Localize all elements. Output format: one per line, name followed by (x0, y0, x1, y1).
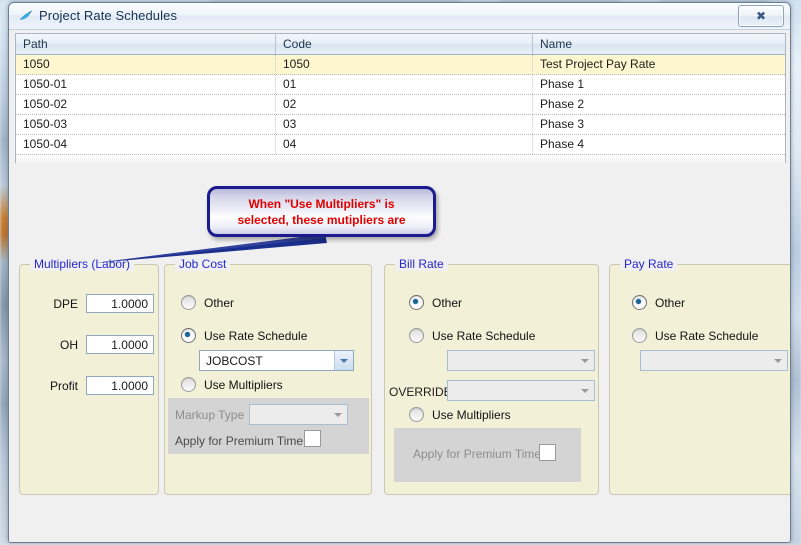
grid-column-header-path[interactable]: Path (16, 34, 276, 54)
dpe-field-row: DPE (32, 294, 154, 313)
rate-schedules-grid[interactable]: Path Code Name 1050 1050 Test Project Pay … (15, 33, 786, 190)
bill-rate-radio-rate-schedule-label: Use Rate Schedule (432, 328, 536, 343)
grid-cell-code: 02 (276, 95, 533, 114)
oh-field-row: OH (32, 335, 154, 354)
grid-cell-code: 03 (276, 115, 533, 134)
bill-rate-radio-rate-schedule[interactable]: Use Rate Schedule (409, 328, 535, 343)
grid-cell-name: Test Project Pay Rate (540, 57, 656, 71)
job-cost-radio-multipliers-label: Use Multipliers (204, 377, 283, 392)
profit-field-row: Profit (32, 376, 154, 395)
grid-cell-name: Phase 1 (540, 77, 585, 91)
chevron-down-icon[interactable] (576, 351, 594, 370)
chevron-down-icon[interactable] (329, 405, 347, 424)
job-cost-radio-other[interactable]: Other (181, 295, 234, 310)
table-row[interactable]: 1050 1050 Test Project Pay Rate (16, 55, 785, 75)
close-button[interactable]: ✖ (738, 5, 784, 27)
pay-rate-legend: Pay Rate (620, 257, 678, 271)
grid-header-row: Path Code Name (16, 34, 785, 55)
job-cost-legend: Job Cost (175, 257, 231, 271)
pay-rate-group: Pay Rate Other Use Rate Schedule (609, 257, 790, 495)
callout-text: When "Use Multipliers" is selected, thes… (210, 196, 433, 228)
dpe-label: DPE (53, 296, 78, 311)
pay-rate-rate-schedule-combo[interactable] (640, 350, 788, 371)
job-cost-rate-schedule-value: JOBCOST (206, 353, 263, 368)
table-row[interactable]: 1050-03 03 Phase 3 (16, 115, 785, 135)
job-cost-radio-multipliers[interactable]: Use Multipliers (181, 377, 283, 392)
profit-input[interactable] (86, 376, 154, 395)
grid-column-header-code[interactable]: Code (276, 34, 533, 54)
table-row[interactable]: 1050-02 02 Phase 2 (16, 95, 785, 115)
dpe-input[interactable] (86, 294, 154, 313)
job-cost-premium-time-checkbox[interactable] (304, 430, 321, 447)
radio-dot-icon (181, 295, 196, 310)
markup-type-label: Markup Type (175, 408, 245, 422)
bill-rate-group: Bill Rate Other Use Rate Schedule OVERRI… (384, 257, 599, 495)
project-rate-schedules-dialog: Project Rate Schedules ✖ Path Code Name … (8, 2, 791, 543)
pay-rate-radio-other[interactable]: Other (632, 295, 685, 310)
grid-cell-code: 01 (276, 75, 533, 94)
pay-rate-radio-rate-schedule[interactable]: Use Rate Schedule (632, 328, 758, 343)
callout-annotation: When "Use Multipliers" is selected, thes… (207, 186, 436, 237)
override-label: OVERRIDE (389, 385, 452, 399)
grid-body: 1050 1050 Test Project Pay Rate 1050-01 01 Ph… (16, 55, 785, 155)
chevron-down-icon[interactable] (576, 381, 594, 400)
grid-column-header-name[interactable]: Name (533, 34, 785, 54)
multipliers-labor-legend: Multipliers (Labor) (30, 257, 135, 271)
bill-rate-rate-schedule-combo[interactable] (447, 350, 595, 371)
bird-icon (18, 8, 34, 24)
grid-cell-path: 1050 (16, 55, 276, 74)
radio-dot-icon (181, 328, 196, 343)
job-cost-radio-rate-schedule[interactable]: Use Rate Schedule (181, 328, 307, 343)
markup-type-combo[interactable] (249, 404, 348, 425)
job-cost-group: Job Cost Other Use Rate Schedule JOBCOST… (164, 257, 372, 495)
grid-cell-name: Phase 2 (540, 97, 585, 111)
job-cost-rate-schedule-combo[interactable]: JOBCOST (199, 350, 354, 371)
grid-cell-code: 04 (276, 135, 533, 154)
grid-cell-name: Phase 4 (540, 137, 585, 151)
backdrop-right-strip (790, 0, 801, 545)
job-cost-premium-time-label: Apply for Premium Time (175, 434, 304, 448)
grid-cell-path: 1050-04 (16, 135, 276, 154)
job-cost-radio-other-label: Other (204, 295, 235, 310)
bill-rate-override-combo[interactable] (447, 380, 595, 401)
bill-rate-premium-subpanel: Apply for Premium Time (394, 428, 581, 482)
close-icon: ✖ (755, 9, 767, 23)
pay-rate-radio-rate-schedule-label: Use Rate Schedule (655, 328, 759, 343)
bill-rate-radio-other[interactable]: Other (409, 295, 462, 310)
chevron-down-icon[interactable] (769, 351, 787, 370)
callout-line-1: When "Use Multipliers" is (248, 197, 395, 211)
oh-input[interactable] (86, 335, 154, 354)
table-row[interactable]: 1050-01 01 Phase 1 (16, 75, 785, 95)
radio-dot-icon (409, 295, 424, 310)
radio-dot-icon (409, 328, 424, 343)
radio-dot-icon (632, 328, 647, 343)
table-row[interactable]: 1050-04 04 Phase 4 (16, 135, 785, 155)
multipliers-labor-group: Multipliers (Labor) DPE OH Profit (19, 257, 159, 495)
profit-label: Profit (49, 378, 78, 393)
grid-cell-code: 1050 (276, 55, 533, 74)
radio-dot-icon (181, 377, 196, 392)
callout-line-2: selected, these mutipliers are (237, 213, 406, 227)
job-cost-markup-subpanel: Markup Type Apply for Premium Time (168, 398, 369, 454)
grid-cell-path: 1050-02 (16, 95, 276, 114)
bill-rate-radio-other-label: Other (432, 295, 463, 310)
radio-dot-icon (409, 407, 424, 422)
bill-rate-radio-multipliers-label: Use Multipliers (432, 407, 511, 422)
dialog-title-bar: Project Rate Schedules ✖ (9, 3, 790, 30)
bill-rate-premium-time-checkbox[interactable] (539, 444, 556, 461)
pay-rate-radio-other-label: Other (655, 295, 686, 310)
grid-cell-path: 1050-03 (16, 115, 276, 134)
bill-rate-legend: Bill Rate (395, 257, 448, 271)
oh-label: OH (60, 337, 78, 352)
radio-dot-icon (632, 295, 647, 310)
bill-rate-radio-multipliers[interactable]: Use Multipliers (409, 407, 511, 422)
grid-cell-name: Phase 3 (540, 117, 585, 131)
dialog-title: Project Rate Schedules (39, 8, 178, 23)
chevron-down-icon[interactable] (334, 351, 353, 370)
grid-cell-path: 1050-01 (16, 75, 276, 94)
bill-rate-premium-time-label: Apply for Premium Time (413, 447, 542, 461)
job-cost-radio-rate-schedule-label: Use Rate Schedule (204, 328, 308, 343)
